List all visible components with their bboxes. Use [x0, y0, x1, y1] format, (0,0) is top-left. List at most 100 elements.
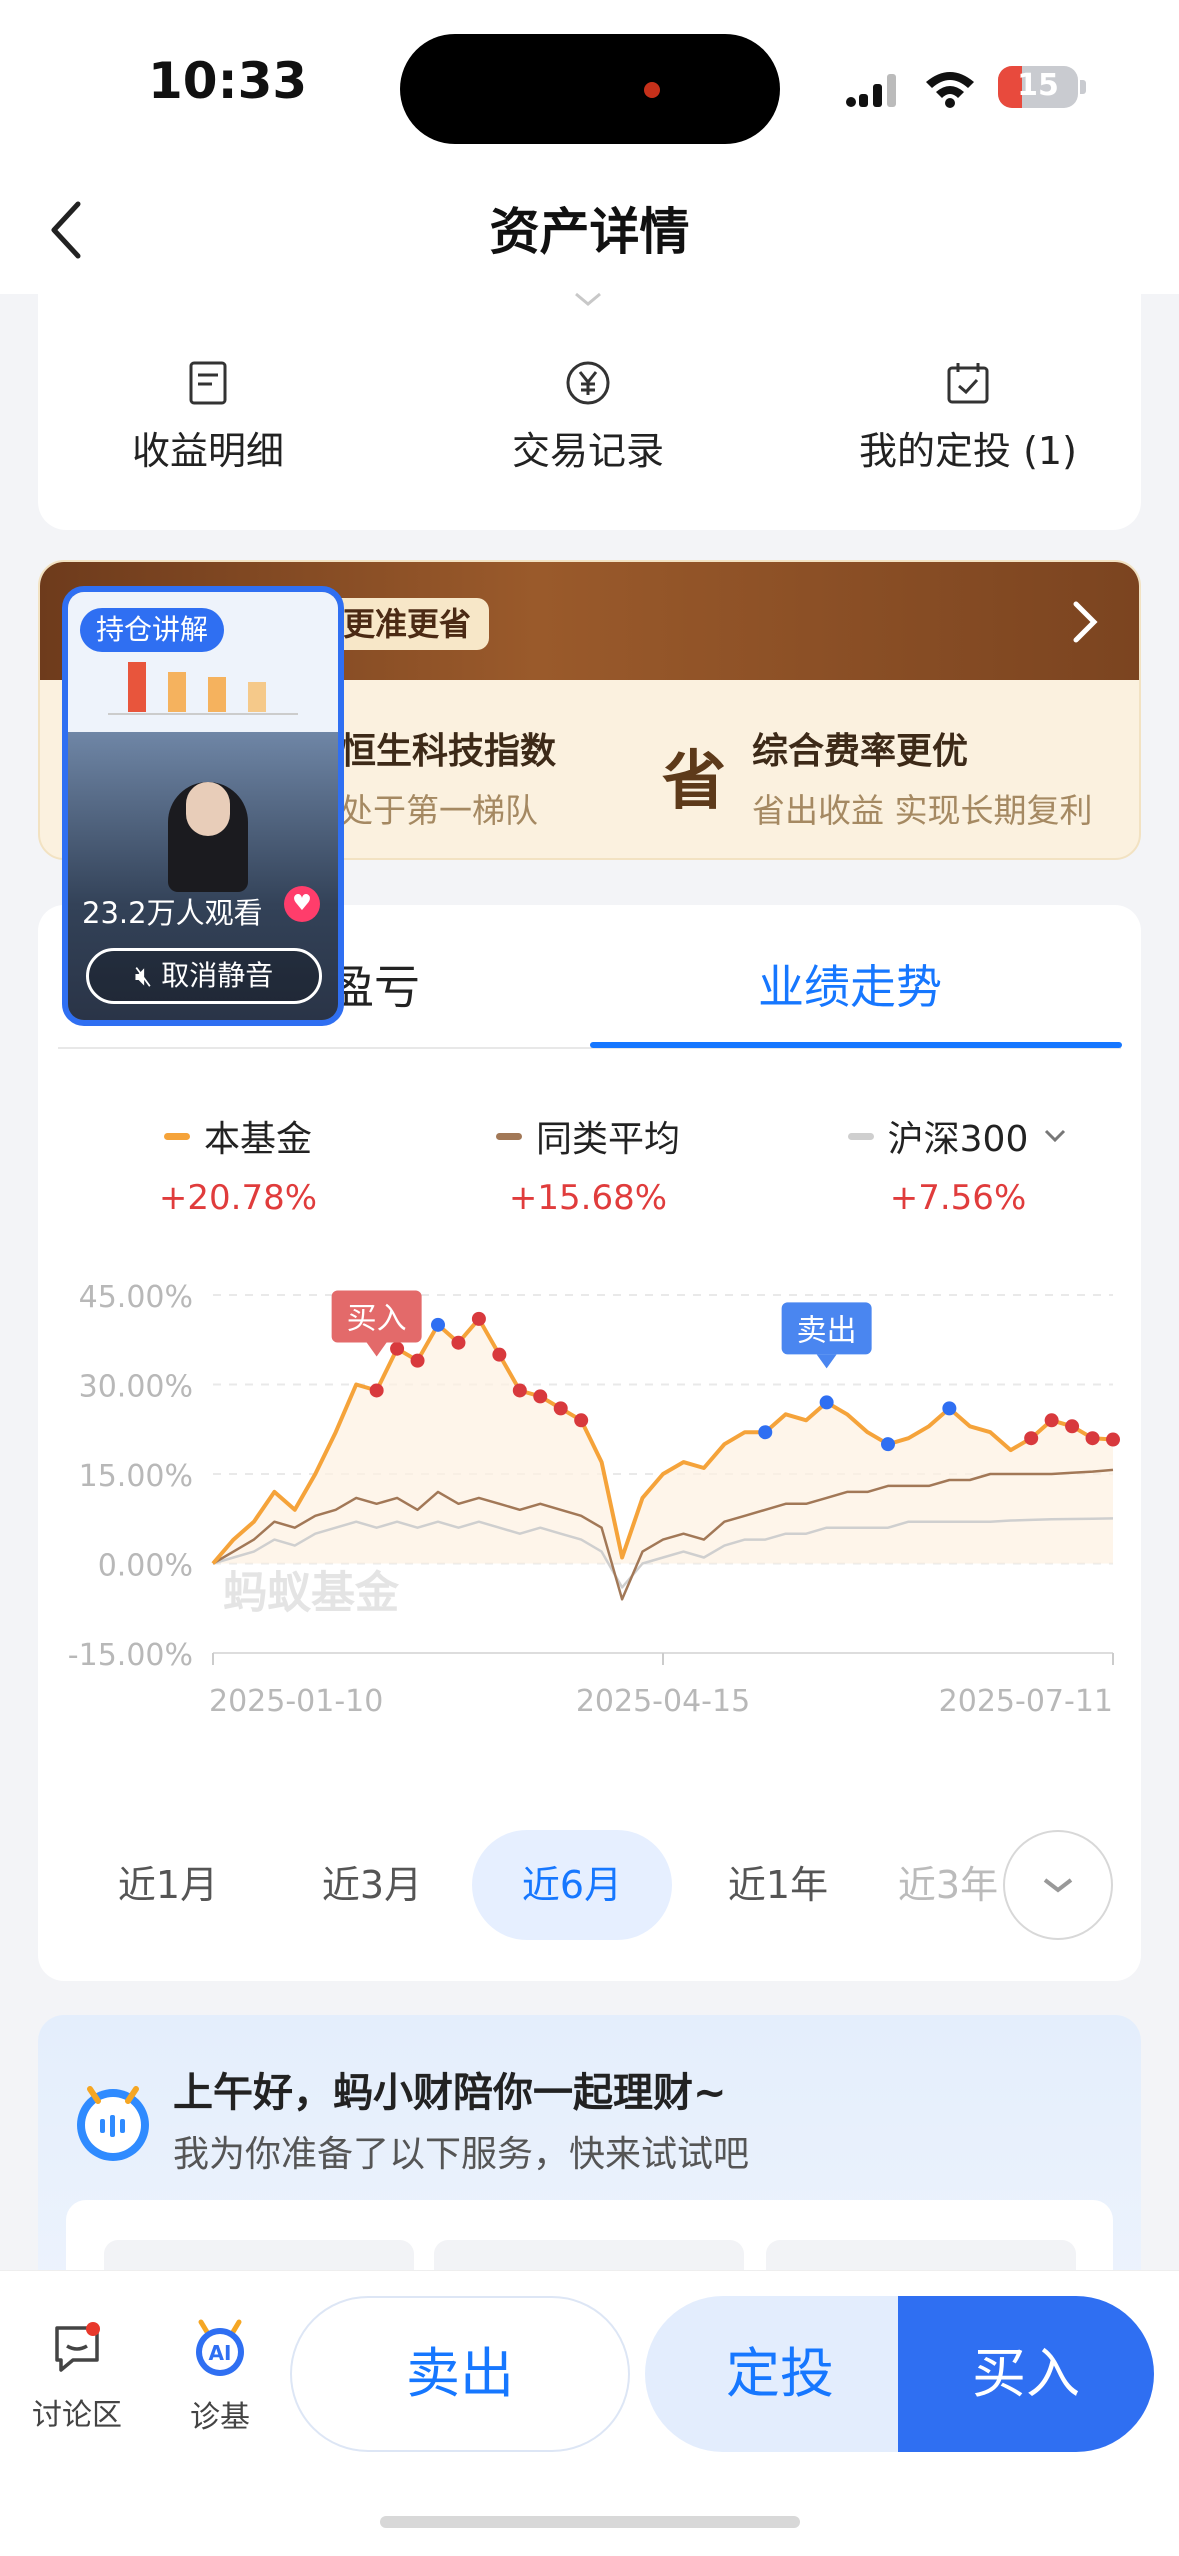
diagnose-button[interactable]: AI 诊基 [160, 2316, 280, 2436]
buy-point [369, 1383, 384, 1398]
buy-point [574, 1413, 589, 1428]
buy-annotation-pointer [366, 1342, 387, 1357]
range-3y[interactable]: 近3年 [878, 1830, 1018, 1940]
x-tick-label: 2025-01-10 [209, 1684, 383, 1715]
sell-button[interactable]: 卖出 [290, 2296, 630, 2452]
quick-menu-card: 收益明细 交易记录 我的定投 (1) [38, 280, 1141, 530]
buy-point [512, 1383, 527, 1398]
live-video-window[interactable]: 持仓讲解 23.2万人观看 ♥ 🔇︎ 取消静音 [62, 586, 344, 1026]
signal-icon [846, 74, 896, 107]
buy-point [410, 1353, 425, 1368]
income-detail-button[interactable]: 收益明细 [58, 360, 358, 475]
range-1m[interactable]: 近1月 [68, 1830, 268, 1940]
buy-point [1106, 1432, 1120, 1447]
my-plan-label: 我的定投 (1) [859, 429, 1077, 473]
buy-button[interactable]: 买入 [898, 2296, 1154, 2452]
trade-record-button[interactable]: 交易记录 [438, 360, 738, 475]
promo-tag: 更准更省 [325, 598, 490, 650]
legend-value: +7.56% [889, 1178, 1027, 1218]
legend-swatch [847, 1132, 874, 1140]
buy-point [553, 1401, 568, 1416]
legend-name: 同类平均 [535, 1119, 680, 1160]
battery-nub [1080, 80, 1086, 94]
buy-point [1044, 1413, 1059, 1428]
buy-point [451, 1335, 466, 1350]
chevron-down-icon[interactable] [1042, 1126, 1068, 1146]
range-6m[interactable]: 近6月 [472, 1830, 672, 1940]
discussion-button[interactable]: 讨论区 [24, 2320, 130, 2434]
svg-text:AI: AI [209, 2341, 232, 2365]
feature-title: 综合费率更优 [752, 731, 969, 772]
legend-value: +20.78% [158, 1178, 318, 1218]
unmute-button[interactable]: 🔇︎ 取消静音 [86, 948, 322, 1004]
sell-point [881, 1437, 895, 1452]
y-tick-label: 45.00% [79, 1280, 193, 1315]
y-tick-label: 30.00% [79, 1370, 193, 1405]
legend-benchmark[interactable]: 沪深300 +7.56% [828, 1110, 1088, 1218]
performance-chart[interactable]: 45.00% 30.00% 15.00% 0.00% -15.00% 2025-01-10… [38, 1245, 1141, 1715]
discussion-label: 讨论区 [32, 2398, 122, 2433]
buy-point [1065, 1419, 1080, 1434]
chart-watermark: 蚂蚁基金 [223, 1567, 400, 1618]
trade-record-label: 交易记录 [511, 429, 664, 473]
legend-name: 本基金 [203, 1119, 312, 1160]
sell-annotation-label: 卖出 [797, 1313, 857, 1348]
recording-indicator [644, 82, 660, 98]
tab-trend[interactable]: 业绩走势 [758, 951, 942, 1017]
diagnose-label: 诊基 [190, 2400, 250, 2435]
income-detail-label: 收益明细 [131, 429, 284, 473]
feature-subtitle: 处于第一梯队 [340, 791, 538, 830]
unmute-label: 取消静音 [161, 959, 274, 992]
buy-point [533, 1389, 548, 1404]
legend-swatch [163, 1132, 190, 1140]
buy-point [1024, 1431, 1039, 1446]
legend-swatch [495, 1132, 522, 1140]
sell-point [758, 1425, 773, 1440]
buy-point [1085, 1431, 1100, 1446]
notification-dot [86, 2322, 100, 2336]
buy-point [390, 1341, 405, 1356]
save-badge-icon: 省 [662, 744, 726, 819]
home-indicator [380, 2516, 800, 2528]
buy-point [492, 1347, 507, 1362]
feature-title: 恒生科技指数 [340, 731, 557, 772]
sell-annotation-pointer [816, 1354, 837, 1369]
speaker-muted-icon: 🔇︎ [134, 959, 162, 992]
assistant-avatar-icon [77, 2086, 149, 2161]
buy-annotation-label: 买入 [347, 1301, 407, 1336]
ai-diagnose-icon: AI [196, 2319, 244, 2376]
range-3m[interactable]: 近3月 [272, 1830, 472, 1940]
range-1y[interactable]: 近1年 [678, 1830, 878, 1940]
greeting-title: 上午好，蚂小财陪你一起理财~ [173, 2070, 727, 2116]
performance-card: 盈亏 业绩走势 本基金 +20.78% 同类平均 +15.68% 沪深300 +… [38, 905, 1141, 1981]
presenter-face [186, 782, 230, 836]
chevron-down-icon [1043, 1878, 1073, 1893]
viewer-count: 23.2万人观看 [82, 896, 263, 930]
my-plan-button[interactable]: 我的定投 (1) [808, 360, 1128, 475]
status-time: 10:33 [148, 52, 308, 110]
fund-area [213, 1318, 1113, 1564]
wifi-icon [926, 72, 974, 108]
sell-point [942, 1401, 957, 1416]
document-icon [189, 361, 227, 405]
legend-value: +15.68% [508, 1178, 668, 1218]
y-tick-label: 0.00% [98, 1549, 193, 1584]
dynamic-island [400, 34, 780, 144]
x-tick-label: 2025-04-15 [576, 1684, 750, 1715]
sell-point [431, 1317, 445, 1332]
y-tick-label: -15.00% [68, 1638, 193, 1673]
chevron-right-icon[interactable] [1060, 592, 1110, 652]
sell-point [819, 1395, 834, 1410]
auto-invest-button[interactable]: 定投 [645, 2296, 915, 2452]
yen-circle-icon [566, 361, 610, 405]
heart-icon[interactable]: ♥ [284, 886, 320, 922]
chevron-down-icon[interactable] [570, 290, 606, 310]
range-more-button[interactable] [1003, 1830, 1113, 1940]
tab-active-indicator [590, 1042, 1122, 1048]
battery-icon: 15 [998, 66, 1078, 108]
battery-percent: 15 [1017, 68, 1059, 103]
calendar-icon [947, 363, 989, 404]
legend-fund: 本基金 +20.78% [138, 1110, 338, 1218]
legend-category-avg: 同类平均 +15.68% [478, 1110, 698, 1218]
greeting-subtitle: 我为你准备了以下服务，快来试试吧 [173, 2134, 750, 2175]
